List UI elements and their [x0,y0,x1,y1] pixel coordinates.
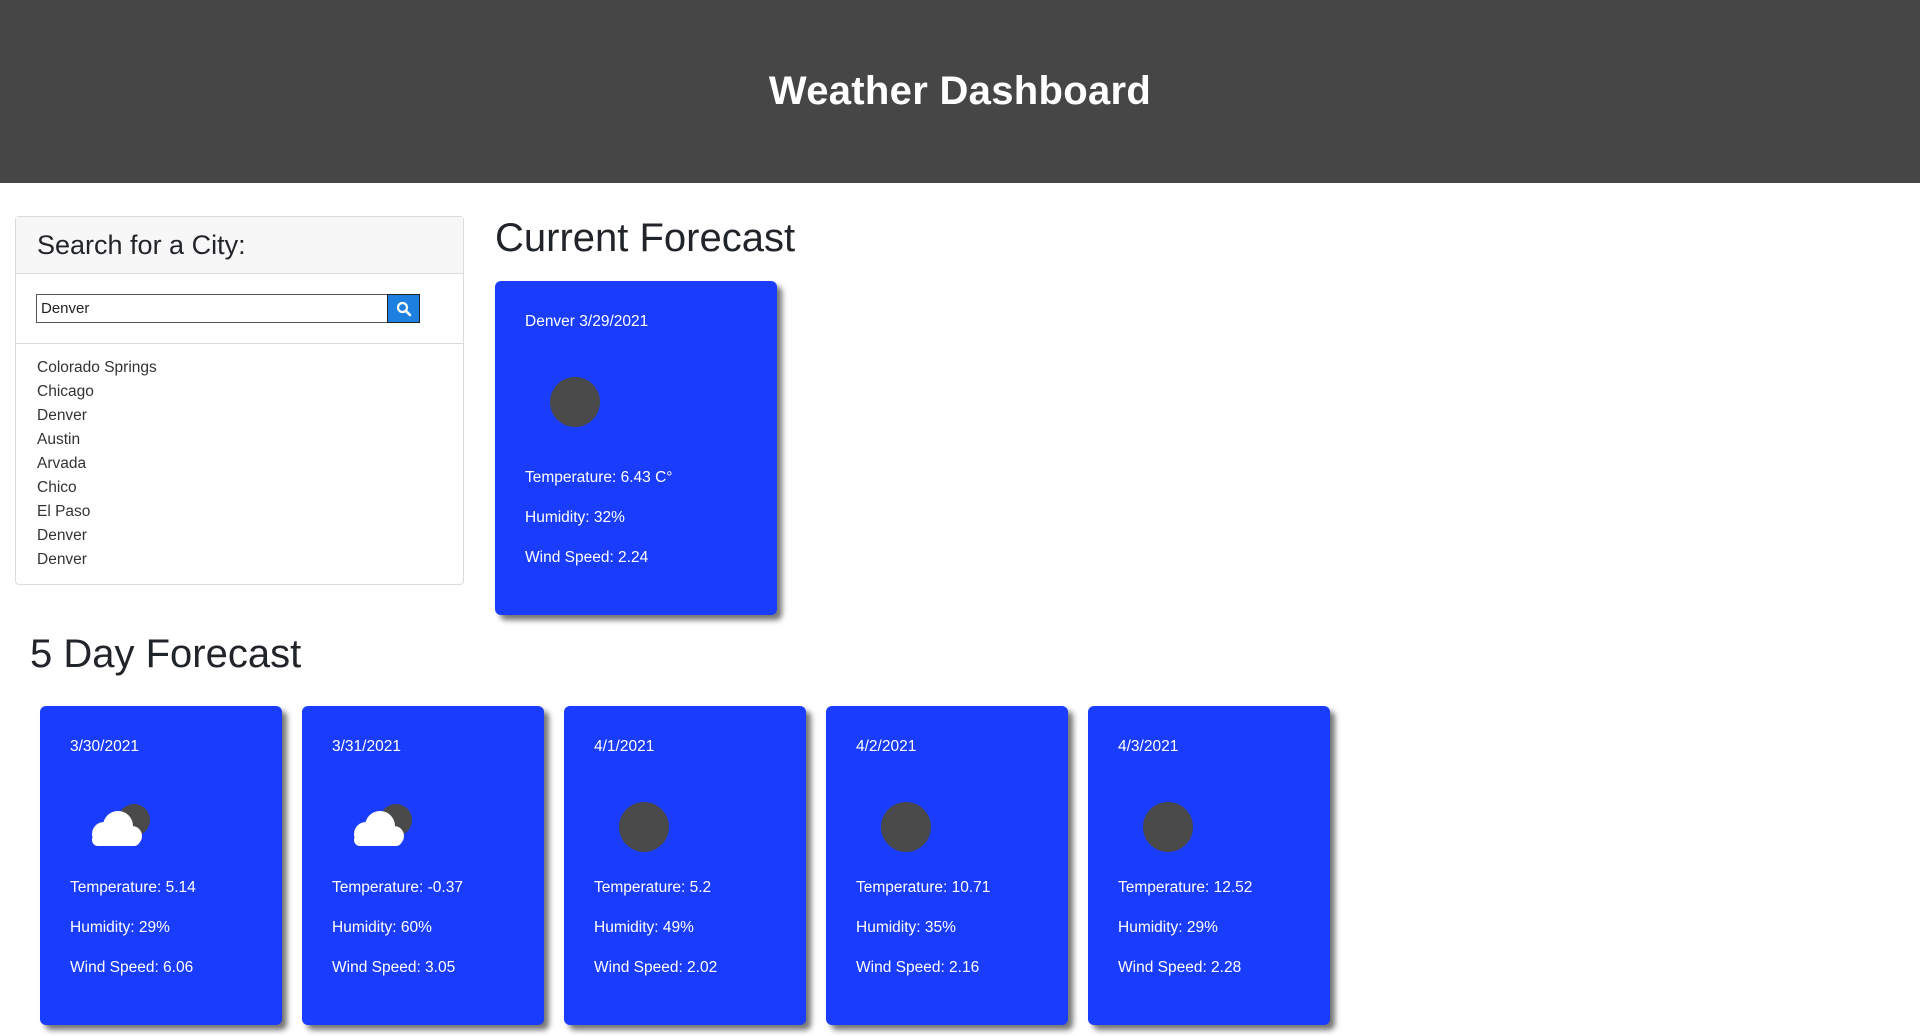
history-item[interactable]: El Paso [37,500,463,524]
search-row [16,274,463,344]
current-weather-card: Denver 3/29/2021 Temperature: 6.43 C° Hu… [495,281,777,615]
forecast-humidity: Humidity: 35% [856,919,956,936]
history-item[interactable]: Chico [37,476,463,500]
forecast-temperature: Temperature: 5.2 [594,879,712,896]
current-wind-speed: Wind Speed: 2.24 [525,549,649,566]
forecast-card: 4/3/2021 Temperature: 12.52 Humidity: 29… [1088,706,1330,1025]
current-city-date: Denver 3/29/2021 [525,313,649,330]
history-item[interactable]: Colorado Springs [37,356,463,380]
search-history-list: Colorado Springs Chicago Denver Austin A… [16,344,463,572]
forecast-date: 4/3/2021 [1118,738,1179,755]
night-clear-icon [619,802,669,852]
forecast-card: 3/30/2021 Temperature: 5.14 Humidity: 29… [40,706,282,1025]
current-humidity: Humidity: 32% [525,509,625,526]
search-icon [396,301,411,316]
city-search-input[interactable] [36,294,388,323]
current-forecast-heading: Current Forecast [495,216,796,260]
night-cloudy-icon [354,804,412,846]
forecast-humidity: Humidity: 29% [1118,919,1218,936]
forecast-wind-speed: Wind Speed: 3.05 [332,959,456,976]
forecast-temperature: Temperature: 10.71 [856,879,991,896]
search-button[interactable] [387,294,420,323]
history-item[interactable]: Austin [37,428,463,452]
forecast-wind-speed: Wind Speed: 2.16 [856,959,980,976]
night-cloudy-icon [92,804,150,846]
night-clear-icon [550,377,600,427]
history-item[interactable]: Chicago [37,380,463,404]
forecast-temperature: Temperature: 5.14 [70,879,196,896]
forecast-card: 4/2/2021 Temperature: 10.71 Humidity: 35… [826,706,1068,1025]
forecast-temperature: Temperature: -0.37 [332,879,463,896]
history-item[interactable]: Denver [37,404,463,428]
five-day-forecast-heading: 5 Day Forecast [30,632,302,676]
page-title: Weather Dashboard [768,69,1152,113]
forecast-wind-speed: Wind Speed: 6.06 [70,959,194,976]
history-item[interactable]: Denver [37,524,463,548]
forecast-date: 3/31/2021 [332,738,401,755]
forecast-temperature: Temperature: 12.52 [1118,879,1253,896]
current-temperature: Temperature: 6.43 C° [525,469,673,486]
night-clear-icon [1143,802,1193,852]
page-header: Weather Dashboard [0,0,1920,183]
forecast-wind-speed: Wind Speed: 2.28 [1118,959,1242,976]
search-heading: Search for a City: [37,229,246,260]
history-item[interactable]: Denver [37,548,463,572]
forecast-date: 4/2/2021 [856,738,917,755]
search-panel-header: Search for a City: [16,217,463,274]
history-item[interactable]: Arvada [37,452,463,476]
forecast-wind-speed: Wind Speed: 2.02 [594,959,718,976]
forecast-humidity: Humidity: 49% [594,919,694,936]
night-clear-icon [881,802,931,852]
forecast-date: 4/1/2021 [594,738,655,755]
forecast-card: 3/31/2021 Temperature: -0.37 Humidity: 6… [302,706,544,1025]
forecast-date: 3/30/2021 [70,738,139,755]
forecast-humidity: Humidity: 29% [70,919,170,936]
forecast-humidity: Humidity: 60% [332,919,432,936]
search-panel: Search for a City: Colorado Springs Chic… [15,216,464,585]
forecast-card: 4/1/2021 Temperature: 5.2 Humidity: 49% … [564,706,806,1025]
